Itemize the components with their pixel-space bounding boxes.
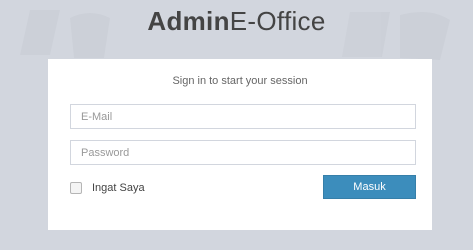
login-box: Sign in to start your session Ingat Saya…	[48, 59, 432, 230]
app-logo: AdminE-Office	[0, 6, 473, 37]
logo-bold-text: Admin	[147, 6, 230, 36]
password-field[interactable]	[70, 140, 416, 165]
remember-me[interactable]: Ingat Saya	[70, 181, 145, 195]
remember-me-label: Ingat Saya	[92, 182, 145, 194]
remember-me-checkbox[interactable]	[70, 182, 82, 194]
email-field[interactable]	[70, 104, 416, 129]
logo-light-text: E-Office	[229, 6, 326, 36]
login-box-message: Sign in to start your session	[172, 75, 308, 87]
sign-in-button[interactable]: Masuk	[323, 175, 416, 199]
